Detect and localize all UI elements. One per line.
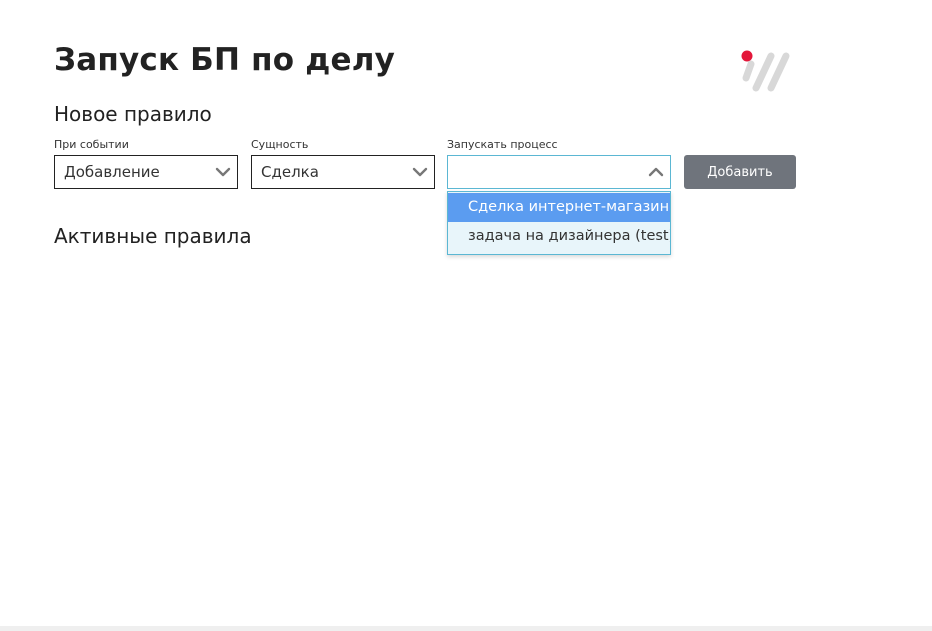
process-option[interactable]: Сделка интернет-магазина: [448, 193, 670, 222]
event-select[interactable]: Добавление: [54, 155, 238, 189]
process-dropdown-list: Сделка интернет-магазина задача на дизай…: [447, 191, 671, 255]
chevron-down-icon: [215, 167, 231, 177]
bottom-scrollbar: [0, 626, 932, 631]
chevron-up-icon: [648, 167, 664, 177]
event-select-value: Добавление: [64, 163, 160, 181]
event-label: При событии: [54, 138, 129, 151]
page-title: Запуск БП по делу: [54, 42, 396, 78]
process-option[interactable]: задача на дизайнера (test): [448, 222, 670, 251]
entity-label: Сущность: [251, 138, 309, 151]
process-label: Запускать процесс: [447, 138, 558, 151]
process-select[interactable]: [447, 155, 671, 189]
brand-logo-icon: [741, 50, 790, 92]
new-rule-heading: Новое правило: [54, 102, 212, 126]
active-rules-heading: Активные правила: [54, 224, 252, 248]
entity-select[interactable]: Сделка: [251, 155, 435, 189]
entity-select-value: Сделка: [261, 163, 319, 181]
page: Запуск БП по делу Новое правило При собы…: [0, 0, 932, 631]
add-button[interactable]: Добавить: [684, 155, 796, 189]
chevron-down-icon: [412, 167, 428, 177]
